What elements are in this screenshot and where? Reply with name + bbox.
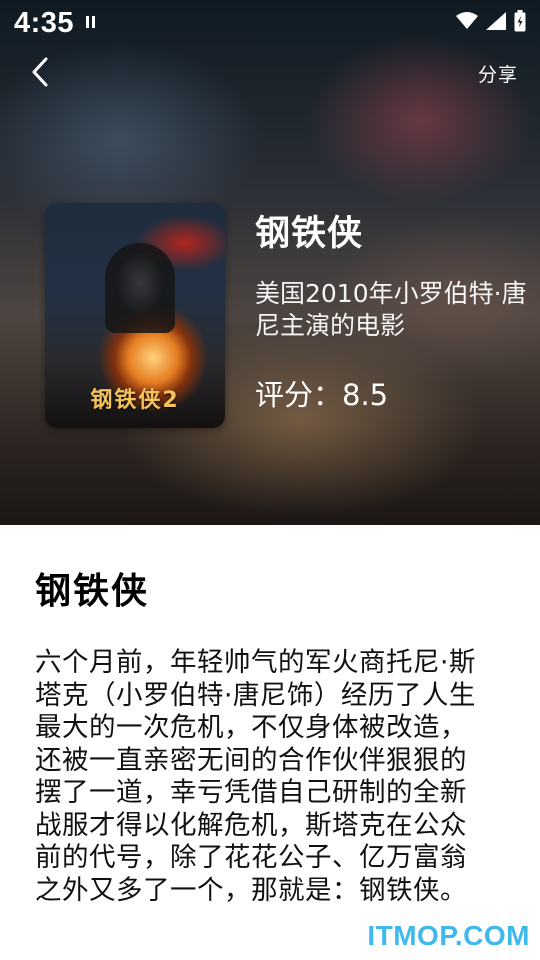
status-time: 4:35	[14, 6, 75, 39]
movie-subtitle: 美国2010年小罗伯特·唐尼主演的电影	[255, 279, 527, 340]
notification-icon	[86, 16, 98, 30]
battery-icon	[514, 10, 526, 36]
share-button[interactable]: 分享	[478, 60, 518, 87]
movie-title: 钢铁侠	[255, 214, 364, 254]
hero-header: 4:35 分享 钢铁侠2 钢铁侠 美国2010年小罗伯特·唐尼主演的电影 评分：…	[0, 0, 540, 525]
status-icons	[456, 10, 526, 36]
movie-rating: 评分：8.5	[255, 378, 389, 412]
detail-title: 钢铁侠	[35, 571, 150, 612]
chevron-left-icon	[30, 56, 50, 92]
poster-title: 钢铁侠2	[90, 388, 180, 413]
signal-icon	[486, 12, 506, 34]
status-bar: 4:35	[0, 0, 540, 46]
detail-body: 六个月前，年轻帅气的军火商托尼·斯塔克（小罗伯特·唐尼饰）经历了人生最大的一次危…	[35, 647, 476, 906]
poster-figure	[105, 243, 175, 333]
movie-poster: 钢铁侠2	[45, 203, 225, 428]
back-button[interactable]	[20, 52, 60, 96]
watermark: ITMOP.COM	[367, 920, 530, 951]
wifi-icon	[456, 12, 478, 34]
